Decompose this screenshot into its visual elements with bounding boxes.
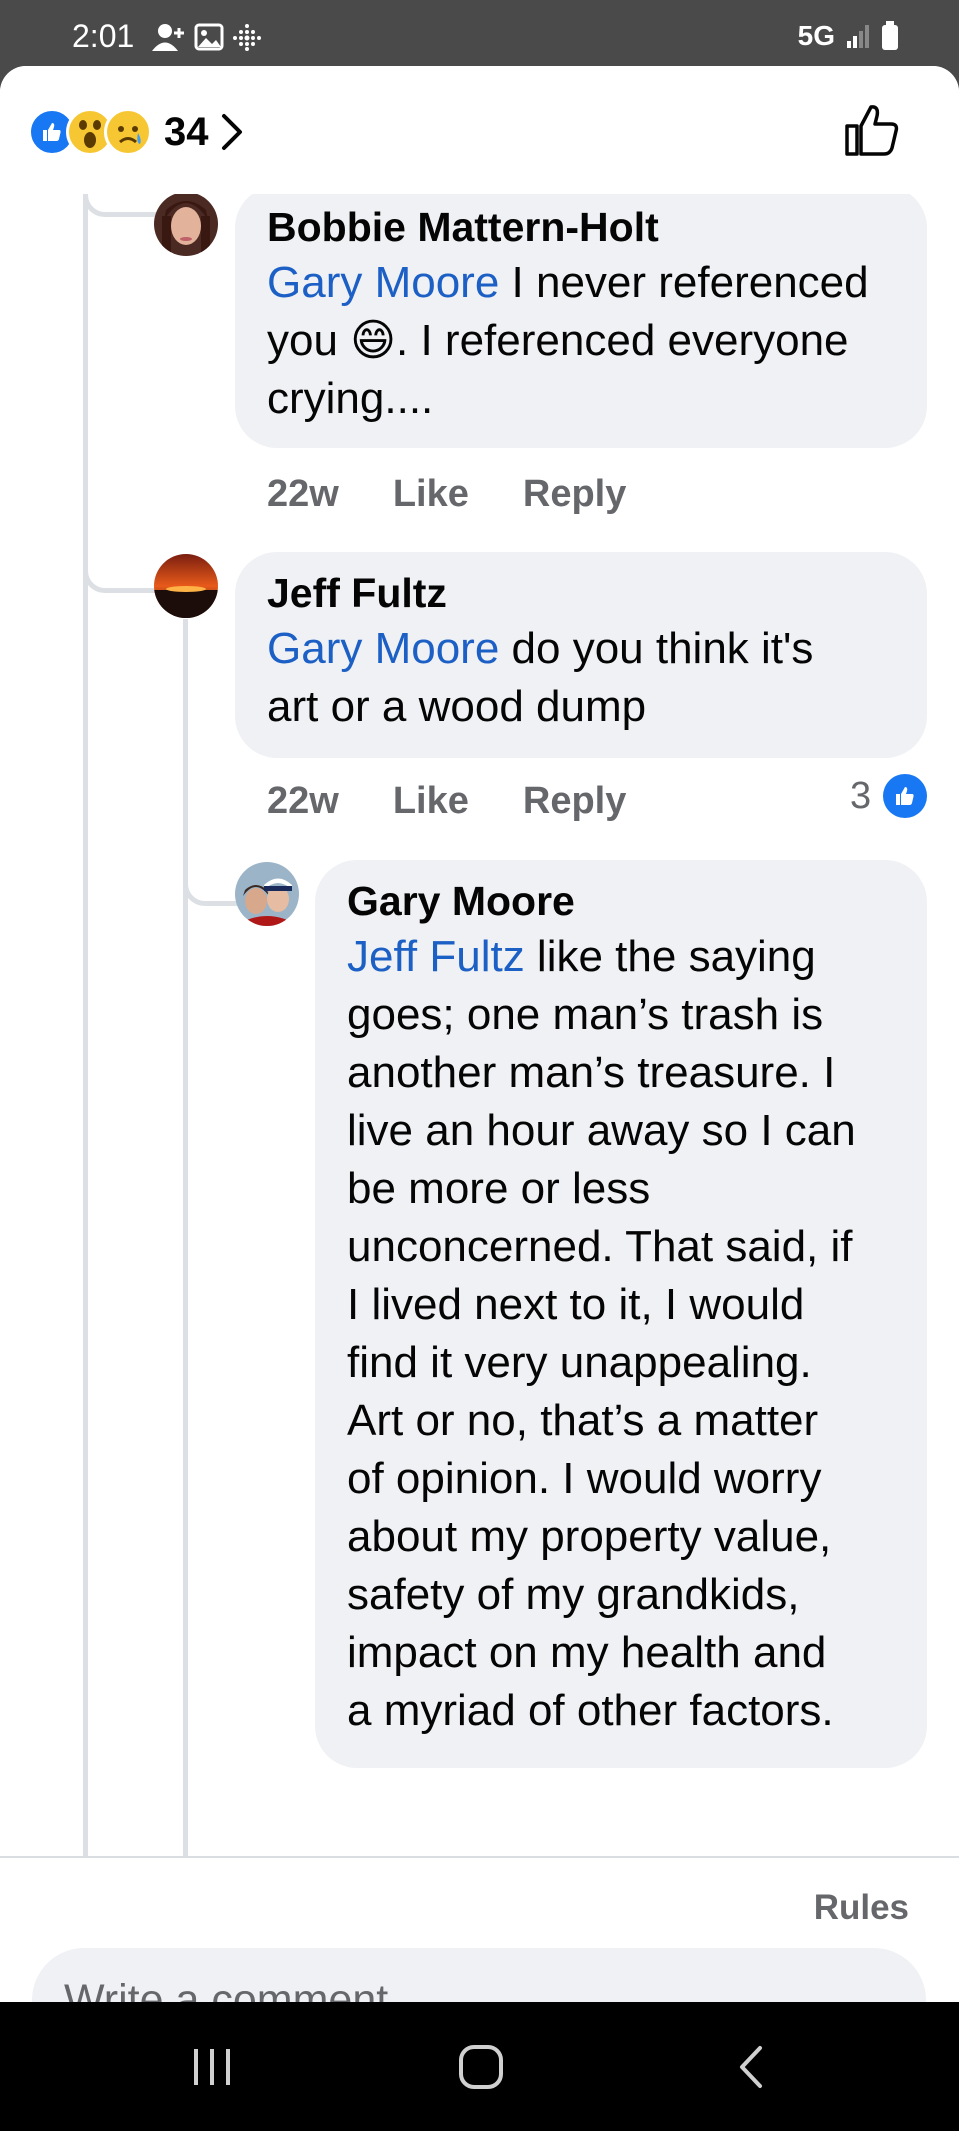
comment-reaction-count[interactable]: 3 — [850, 774, 928, 818]
avatar[interactable] — [154, 194, 218, 256]
comment-bubble[interactable]: Jeff Fultz Gary Moore do you think it's a… — [235, 552, 927, 758]
reply-button[interactable]: Reply — [523, 780, 626, 823]
comment-author[interactable]: Gary Moore — [347, 874, 895, 928]
reactions-header: 34 — [0, 66, 959, 194]
thread-line-reply — [183, 619, 188, 1856]
rules-link[interactable]: Rules — [814, 1888, 909, 1928]
comment-timestamp[interactable]: 22w — [267, 780, 339, 823]
comment-actions: 22w Like Reply — [267, 473, 626, 516]
comment-input[interactable]: Write a comment… — [32, 1948, 926, 2002]
like-button[interactable]: Like — [393, 780, 469, 823]
mention-link[interactable]: Jeff Fultz — [347, 932, 525, 981]
avatar[interactable] — [154, 554, 218, 618]
like-button[interactable]: Like — [393, 473, 469, 516]
gallery-icon — [194, 23, 224, 51]
recent-apps-icon[interactable] — [190, 2047, 234, 2087]
thread-connector — [83, 564, 156, 593]
battery-icon — [882, 21, 898, 50]
mention-link[interactable]: Gary Moore — [267, 258, 499, 307]
comment-thread[interactable]: Bobbie Mattern-Holt Gary Moore I never r… — [0, 194, 959, 1856]
comment-timestamp[interactable]: 22w — [267, 473, 339, 516]
comment-bubble[interactable]: Gary Moore Jeff Fultz like the saying goe… — [315, 860, 927, 1768]
avatar[interactable] — [235, 862, 299, 926]
sad-reaction-icon — [104, 108, 152, 156]
comment-author[interactable]: Bobbie Mattern-Holt — [267, 200, 895, 254]
comment-text: Gary Moore I never referenced you 😄. I re… — [267, 258, 869, 423]
like-post-button[interactable] — [843, 102, 901, 163]
reaction-summary[interactable]: 34 — [28, 108, 245, 156]
comments-sheet: 34 Bobbie Mattern-Holt Gary Moore I neve… — [0, 66, 959, 2002]
signal-icon — [847, 25, 869, 48]
status-bar: 2:01 5G — [0, 0, 959, 70]
like-reaction-icon — [883, 774, 928, 818]
status-time: 2:01 — [72, 18, 135, 54]
comment-author[interactable]: Jeff Fultz — [267, 566, 895, 620]
home-icon[interactable] — [458, 2044, 504, 2090]
comment-text: Jeff Fultz like the saying goes; one man’… — [347, 932, 856, 1735]
thumbs-up-outline-icon — [845, 105, 899, 156]
mention-link[interactable]: Gary Moore — [267, 624, 499, 673]
comment-composer: Rules Write a comment… — [0, 1856, 959, 2002]
comment-actions: 22w Like Reply — [267, 780, 626, 823]
comment-text: Gary Moore do you think it's art or a woo… — [267, 624, 814, 731]
dots-grid-icon — [233, 24, 261, 51]
add-contact-icon — [152, 24, 184, 51]
back-icon[interactable] — [736, 2044, 766, 2090]
thread-connector — [83, 194, 156, 217]
chevron-right-icon — [221, 114, 242, 150]
reaction-count: 34 — [164, 109, 209, 154]
thread-connector — [183, 877, 238, 906]
thread-line-main — [83, 194, 88, 1856]
reply-button[interactable]: Reply — [523, 473, 626, 516]
system-nav-bar — [0, 2002, 959, 2131]
network-label: 5G — [797, 20, 835, 51]
comment-bubble[interactable]: Bobbie Mattern-Holt Gary Moore I never r… — [235, 194, 927, 448]
